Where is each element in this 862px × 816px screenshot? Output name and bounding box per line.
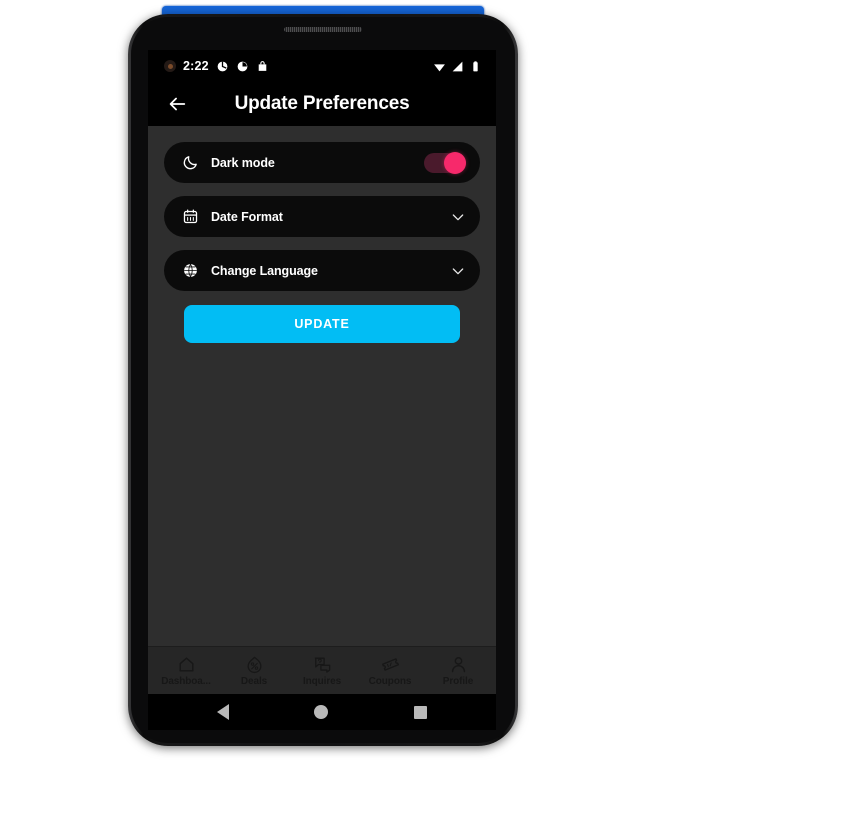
arrow-left-icon[interactable]: [164, 91, 190, 117]
system-back-icon[interactable]: [216, 704, 229, 720]
status-bar-clock: 2:22: [183, 59, 209, 73]
calendar-icon: [180, 207, 200, 227]
nav-label-dashboard: Dashboa...: [161, 675, 211, 687]
update-button[interactable]: UPDATE: [184, 305, 460, 343]
nav-item-profile[interactable]: Profile: [425, 655, 491, 687]
person-icon: [449, 655, 468, 674]
bag-notification-icon: [256, 60, 269, 73]
nav-label-coupons: Coupons: [368, 675, 412, 687]
nav-item-deals[interactable]: Deals: [221, 655, 287, 687]
earpiece-speaker-grille: [284, 27, 362, 32]
moon-icon: [180, 153, 200, 173]
preference-row-dark-mode[interactable]: Dark mode: [164, 142, 480, 183]
status-bar-left: 2:22: [164, 59, 433, 73]
cellular-signal-icon: [451, 60, 464, 73]
chevron-down-icon[interactable]: [450, 263, 466, 279]
nav-item-inquires[interactable]: Inquires: [289, 655, 355, 687]
preference-label-dark-mode: Dark mode: [211, 155, 275, 170]
preference-row-date-format[interactable]: Date Format: [164, 196, 480, 237]
nav-item-dashboard[interactable]: Dashboa...: [153, 655, 219, 687]
toggle-knob: [444, 151, 466, 174]
row-spacer: [164, 183, 480, 196]
home-icon: [177, 655, 196, 674]
phone-screen: 2:22 Update Preferences Dark mode Date F…: [148, 50, 496, 730]
android-system-navigation-bar: [148, 694, 496, 730]
bottom-navigation-bar: Dashboa... Deals Inquires Coupons Profil…: [148, 646, 496, 694]
preference-label-date-format: Date Format: [211, 209, 283, 224]
globe-icon: [180, 261, 200, 281]
dark-mode-toggle[interactable]: [424, 151, 466, 174]
nav-label-inquires: Inquires: [302, 675, 342, 687]
chevron-down-icon[interactable]: [450, 209, 466, 225]
system-recents-icon[interactable]: [414, 705, 428, 719]
nav-label-deals: Deals: [240, 675, 268, 687]
row-spacer: [164, 237, 480, 250]
content-filler: [164, 343, 480, 630]
nav-item-coupons[interactable]: Coupons: [357, 655, 423, 687]
avatar-dot-icon: [164, 60, 176, 72]
preferences-content: Dark mode Date Format Change Language UP…: [148, 126, 496, 646]
wifi-icon: [433, 60, 446, 73]
update-button-container: UPDATE: [164, 291, 480, 343]
coupon-ticket-icon: [381, 655, 400, 674]
clock-notification-icon: [236, 60, 249, 73]
nav-label-profile: Profile: [442, 675, 474, 687]
chat-question-icon: [313, 655, 332, 674]
status-bar: 2:22: [148, 50, 496, 82]
phone-body: 2:22 Update Preferences Dark mode Date F…: [128, 14, 518, 746]
preference-label-change-language: Change Language: [211, 263, 318, 278]
app-bar: Update Preferences: [148, 82, 496, 126]
status-bar-right: [433, 60, 482, 73]
deals-tag-icon: [245, 655, 264, 674]
preference-row-change-language[interactable]: Change Language: [164, 250, 480, 291]
app-notification-icon: [216, 60, 229, 73]
battery-icon: [469, 60, 482, 73]
phone-device: 2:22 Update Preferences Dark mode Date F…: [128, 6, 518, 746]
system-home-icon[interactable]: [314, 705, 329, 719]
page-title: Update Preferences: [234, 93, 410, 114]
